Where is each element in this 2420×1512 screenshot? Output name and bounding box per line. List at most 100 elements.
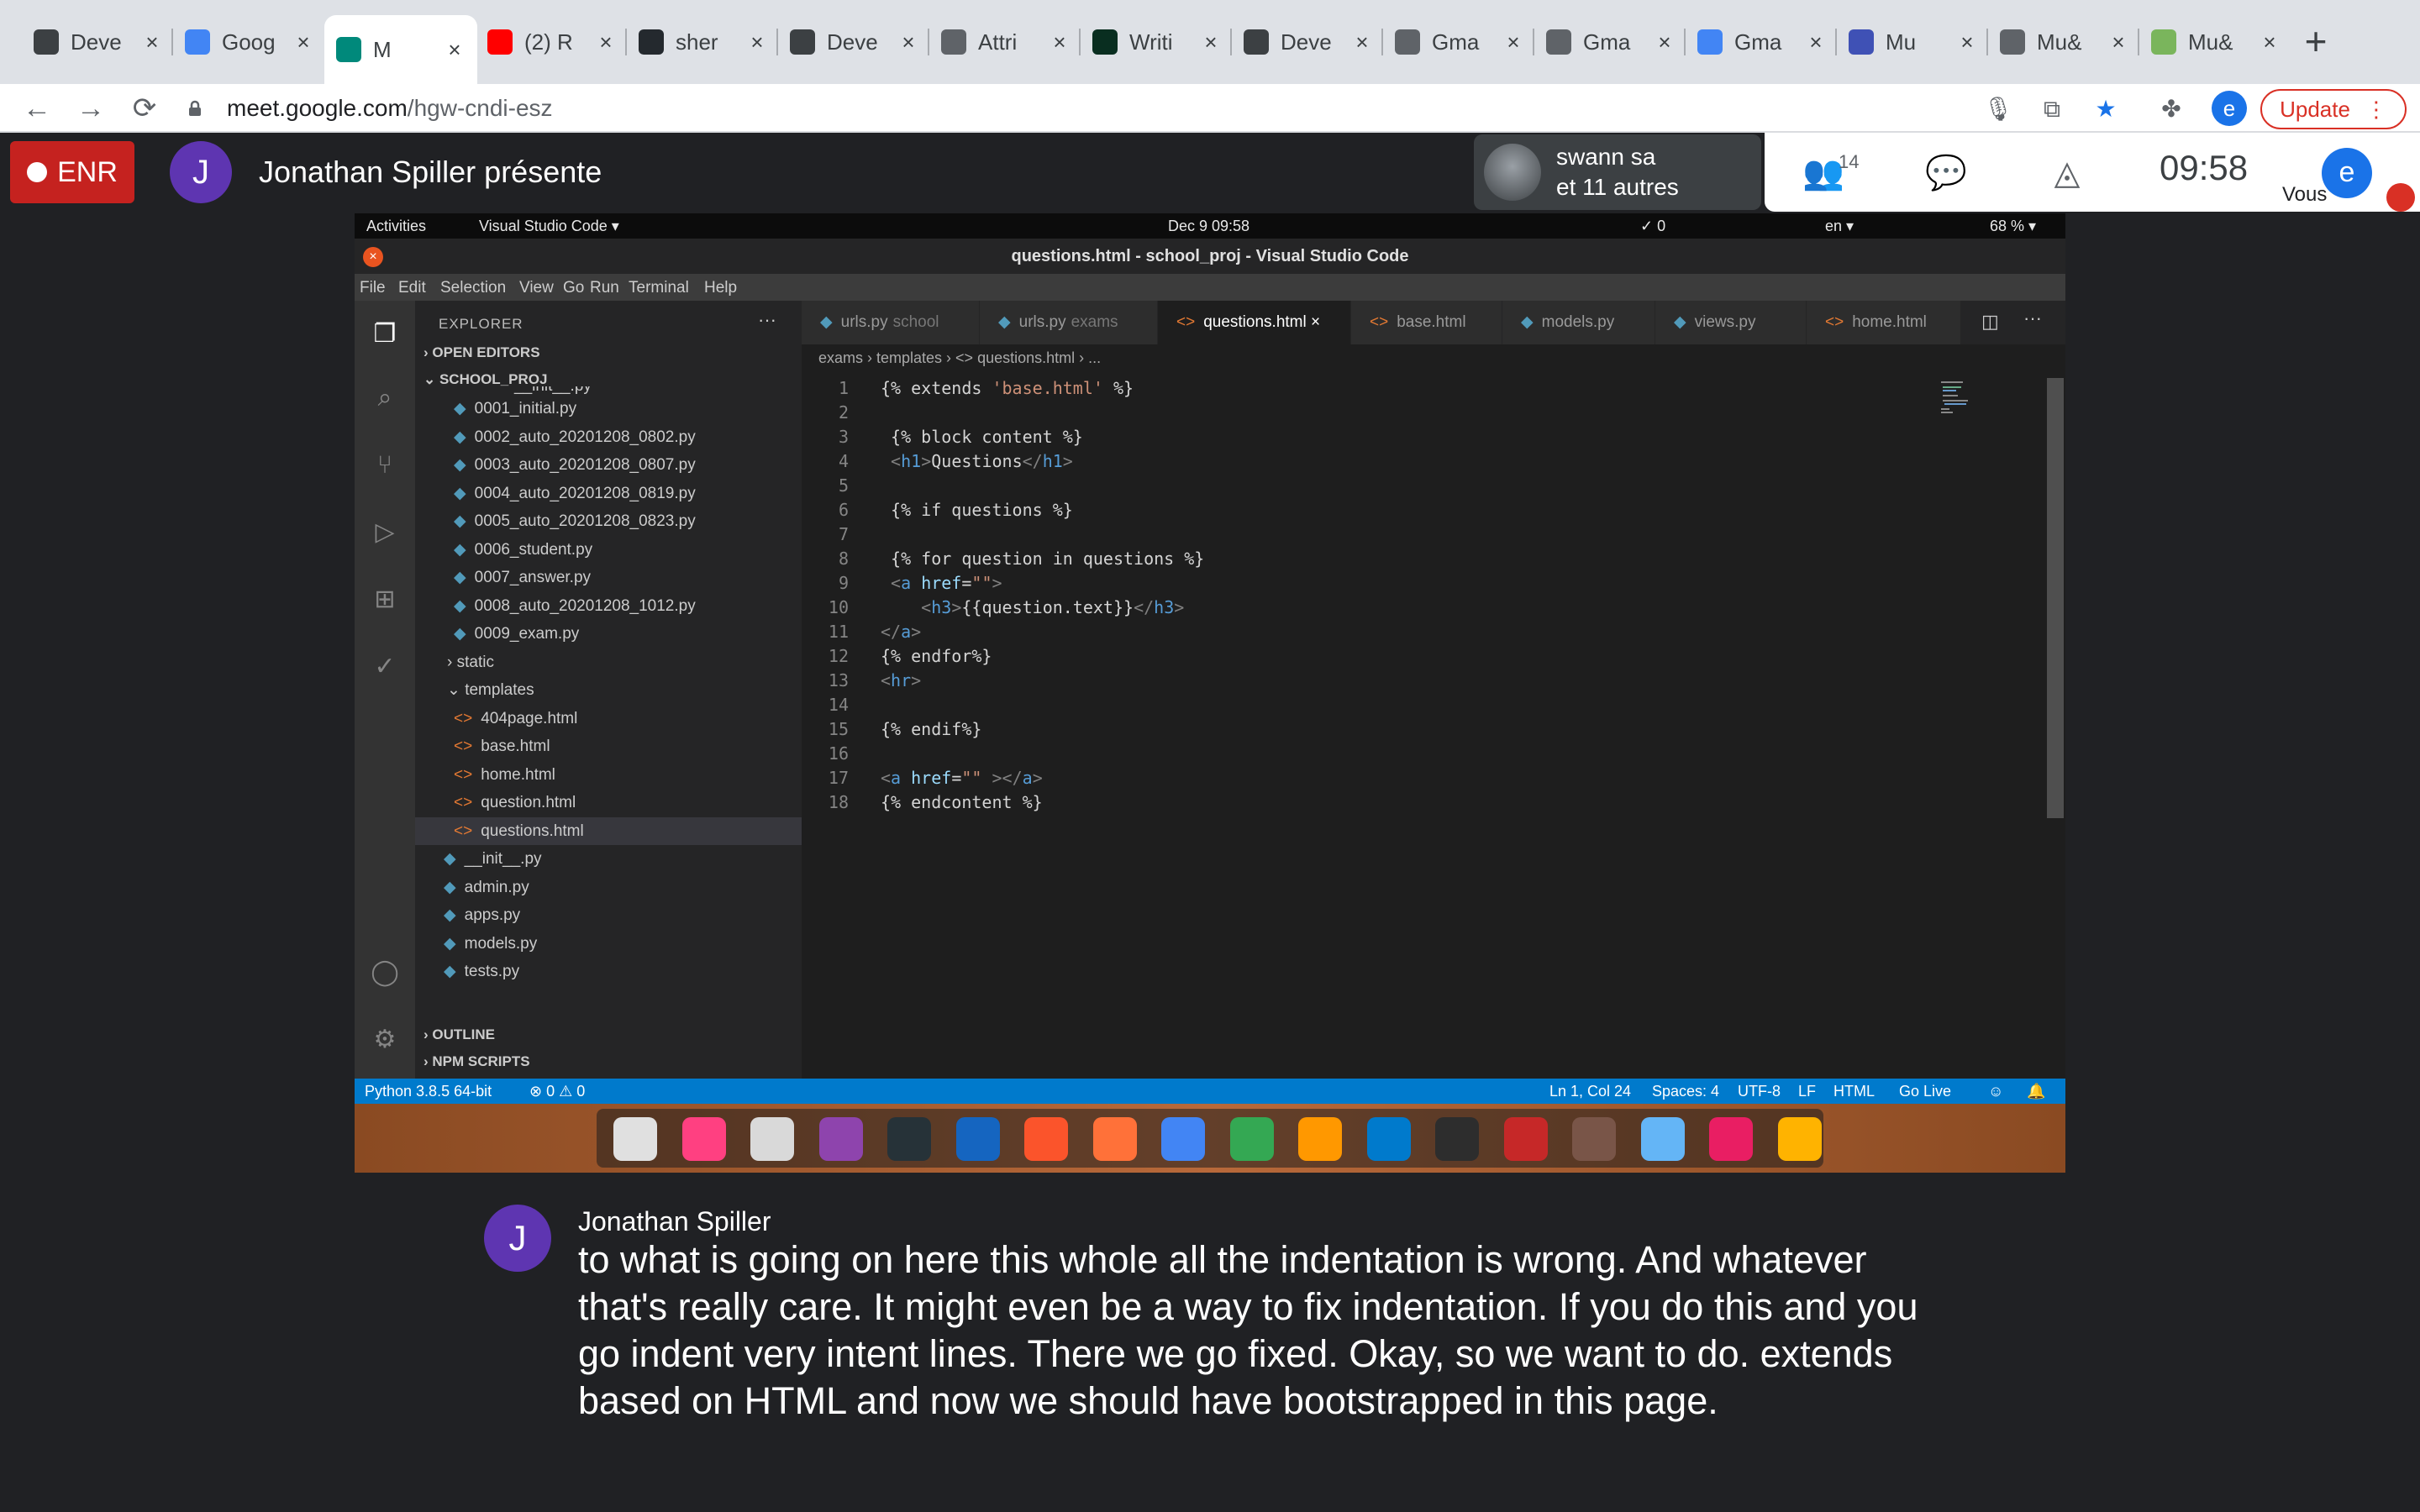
tab-close-icon[interactable]: × bbox=[1805, 29, 1827, 55]
editor-scrollbar[interactable] bbox=[2047, 378, 2064, 818]
dock-app-icon[interactable] bbox=[750, 1117, 794, 1161]
browser-tab[interactable]: Gma × bbox=[1383, 15, 1536, 69]
indent-spaces[interactable]: Spaces: 4 bbox=[1652, 1083, 1719, 1100]
tab-close-icon[interactable]: × bbox=[2259, 29, 2281, 55]
editor-tab[interactable]: ◆ models.py bbox=[1502, 301, 1655, 344]
language-mode[interactable]: HTML bbox=[1833, 1083, 1875, 1100]
folder-templates[interactable]: ⌄ templates bbox=[415, 676, 802, 704]
dock-app-icon[interactable] bbox=[1298, 1117, 1342, 1161]
code-editor[interactable]: 1 {% extends 'base.html' %} 2 3 {% block co… bbox=[802, 373, 1877, 1079]
back-button[interactable]: ← bbox=[20, 92, 54, 126]
tab-close-icon[interactable]: × bbox=[746, 29, 768, 55]
browser-tab[interactable]: sher × bbox=[627, 15, 780, 69]
dock-app-icon[interactable] bbox=[1161, 1117, 1205, 1161]
cursor-position[interactable]: Ln 1, Col 24 bbox=[1549, 1083, 1631, 1100]
browser-tab[interactable]: Deve × bbox=[1232, 15, 1385, 69]
checkmark-icon[interactable]: ✓ bbox=[368, 650, 402, 684]
tab-close-icon[interactable]: × bbox=[1956, 29, 1978, 55]
dock-app-icon[interactable] bbox=[613, 1117, 657, 1161]
migration-file[interactable]: ◆ 0004_auto_20201208_0819.py bbox=[415, 480, 802, 507]
update-button[interactable]: Update ⋮ bbox=[2260, 89, 2407, 129]
dock-app-icon[interactable] bbox=[1777, 1117, 1822, 1161]
menu-item-go[interactable]: Go bbox=[563, 279, 584, 297]
app-file[interactable]: ◆ admin.py bbox=[415, 874, 802, 901]
browser-tab[interactable]: Mu& × bbox=[2139, 15, 2292, 69]
editor-tab[interactable]: <> home.html bbox=[1807, 301, 1961, 344]
tab-close-icon[interactable]: × bbox=[292, 29, 314, 55]
folder-static[interactable]: › static bbox=[415, 648, 802, 676]
template-file[interactable]: <> base.html bbox=[415, 732, 802, 760]
browser-tab[interactable]: Mu& × bbox=[1988, 15, 2141, 69]
reload-button[interactable]: ⟳ bbox=[128, 92, 161, 126]
settings-gear-icon[interactable]: ⚙ bbox=[368, 1023, 402, 1057]
app-menu[interactable]: Visual Studio Code ▾ bbox=[479, 218, 619, 235]
editor-tab[interactable]: ◆ urls.py exams bbox=[980, 301, 1158, 344]
browser-tab[interactable]: Attri × bbox=[929, 15, 1082, 69]
more-actions-icon[interactable]: ··· bbox=[758, 309, 776, 331]
explorer-icon[interactable]: ❐ bbox=[368, 318, 402, 351]
migration-file[interactable]: ◆ 0002_auto_20201208_0802.py bbox=[415, 423, 802, 451]
migration-file[interactable]: ◆ 0001_initial.py bbox=[415, 395, 802, 423]
translate-icon[interactable]: ⧉ bbox=[2037, 94, 2067, 124]
end-of-line[interactable]: LF bbox=[1798, 1083, 1816, 1100]
migration-file[interactable]: ◆ 0003_auto_20201208_0807.py bbox=[415, 451, 802, 479]
browser-tab[interactable]: Deve × bbox=[778, 15, 931, 69]
file-encoding[interactable]: UTF-8 bbox=[1738, 1083, 1781, 1100]
address-bar[interactable]: meet.google.com/hgw-cndi-esz bbox=[187, 86, 2203, 131]
editor-more-icon[interactable]: ··· bbox=[2023, 307, 2042, 329]
dock-app-icon[interactable] bbox=[1092, 1117, 1137, 1161]
activities-icon[interactable]: ◬ bbox=[2045, 151, 2089, 195]
browser-tab[interactable]: Deve × bbox=[22, 15, 175, 69]
tab-close-icon[interactable]: × bbox=[1502, 29, 1524, 55]
browser-tab[interactable]: (2) R × bbox=[476, 15, 629, 69]
browser-tab[interactable]: Writi × bbox=[1081, 15, 1234, 69]
migration-file[interactable]: ◆ 0009_exam.py bbox=[415, 620, 802, 648]
tab-close-icon[interactable]: × bbox=[897, 29, 919, 55]
app-file[interactable]: ◆ tests.py bbox=[415, 958, 802, 985]
dock-app-icon[interactable] bbox=[1024, 1117, 1068, 1161]
split-editor-icon[interactable]: ◫ bbox=[1981, 311, 1999, 333]
dock-app-icon[interactable] bbox=[818, 1117, 863, 1161]
breadcrumb[interactable]: exams › templates › <> questions.html › … bbox=[818, 349, 1101, 367]
python-interpreter[interactable]: Python 3.8.5 64-bit bbox=[365, 1083, 492, 1100]
tab-close-icon[interactable]: × bbox=[595, 29, 617, 55]
browser-tab[interactable]: Mu × bbox=[1837, 15, 1990, 69]
gnome-battery[interactable]: 68 % ▾ bbox=[1990, 218, 2036, 235]
tab-close-icon[interactable]: × bbox=[2107, 29, 2129, 55]
migration-file[interactable]: ◆ 0008_auto_20201208_1012.py bbox=[415, 592, 802, 620]
template-file[interactable]: <> questions.html bbox=[415, 816, 802, 845]
browser-tab[interactable]: Goog × bbox=[173, 15, 326, 69]
tab-close-icon[interactable]: × bbox=[1307, 313, 1320, 331]
menu-item-run[interactable]: Run bbox=[590, 279, 619, 297]
new-tab-button[interactable]: + bbox=[2296, 22, 2336, 62]
dock-app-icon[interactable] bbox=[1503, 1117, 1548, 1161]
tab-close-icon[interactable]: × bbox=[1351, 29, 1373, 55]
participant-tile[interactable]: swann sa et 11 autres bbox=[1474, 134, 1761, 210]
dock-app-icon[interactable] bbox=[955, 1117, 1000, 1161]
dock-app-icon[interactable] bbox=[1229, 1117, 1274, 1161]
browser-tab[interactable]: Gma × bbox=[1534, 15, 1687, 69]
open-editors-section[interactable]: › OPEN EDITORS bbox=[424, 344, 540, 361]
dock-app-icon[interactable] bbox=[1572, 1117, 1616, 1161]
dock-app-icon[interactable] bbox=[1709, 1117, 1753, 1161]
outline-section[interactable]: › OUTLINE bbox=[424, 1026, 495, 1043]
template-file[interactable]: <> 404page.html bbox=[415, 705, 802, 732]
tab-close-icon[interactable]: × bbox=[1200, 29, 1222, 55]
dock-app-icon[interactable] bbox=[1435, 1117, 1479, 1161]
gnome-lang[interactable]: en ▾ bbox=[1825, 218, 1854, 235]
dock-app-icon[interactable] bbox=[1366, 1117, 1411, 1161]
forward-button[interactable]: → bbox=[74, 92, 108, 126]
menu-item-view[interactable]: View bbox=[519, 279, 554, 297]
editor-tab[interactable]: ◆ views.py bbox=[1655, 301, 1807, 344]
editor-tab[interactable]: ◆ urls.py school bbox=[802, 301, 980, 344]
tab-close-icon[interactable]: × bbox=[1049, 29, 1071, 55]
template-file[interactable]: <> home.html bbox=[415, 761, 802, 789]
app-file[interactable]: ◆ __init__.py bbox=[415, 845, 802, 873]
minimap[interactable] bbox=[1941, 380, 2042, 430]
problems-count[interactable]: ⊗ 0 ⚠ 0 bbox=[529, 1083, 585, 1100]
menu-item-selection[interactable]: Selection bbox=[440, 279, 506, 297]
account-icon[interactable]: ◯ bbox=[368, 956, 402, 990]
app-file[interactable]: ◆ apps.py bbox=[415, 901, 802, 929]
menu-item-file[interactable]: File bbox=[360, 279, 386, 297]
template-file[interactable]: <> question.html bbox=[415, 789, 802, 816]
